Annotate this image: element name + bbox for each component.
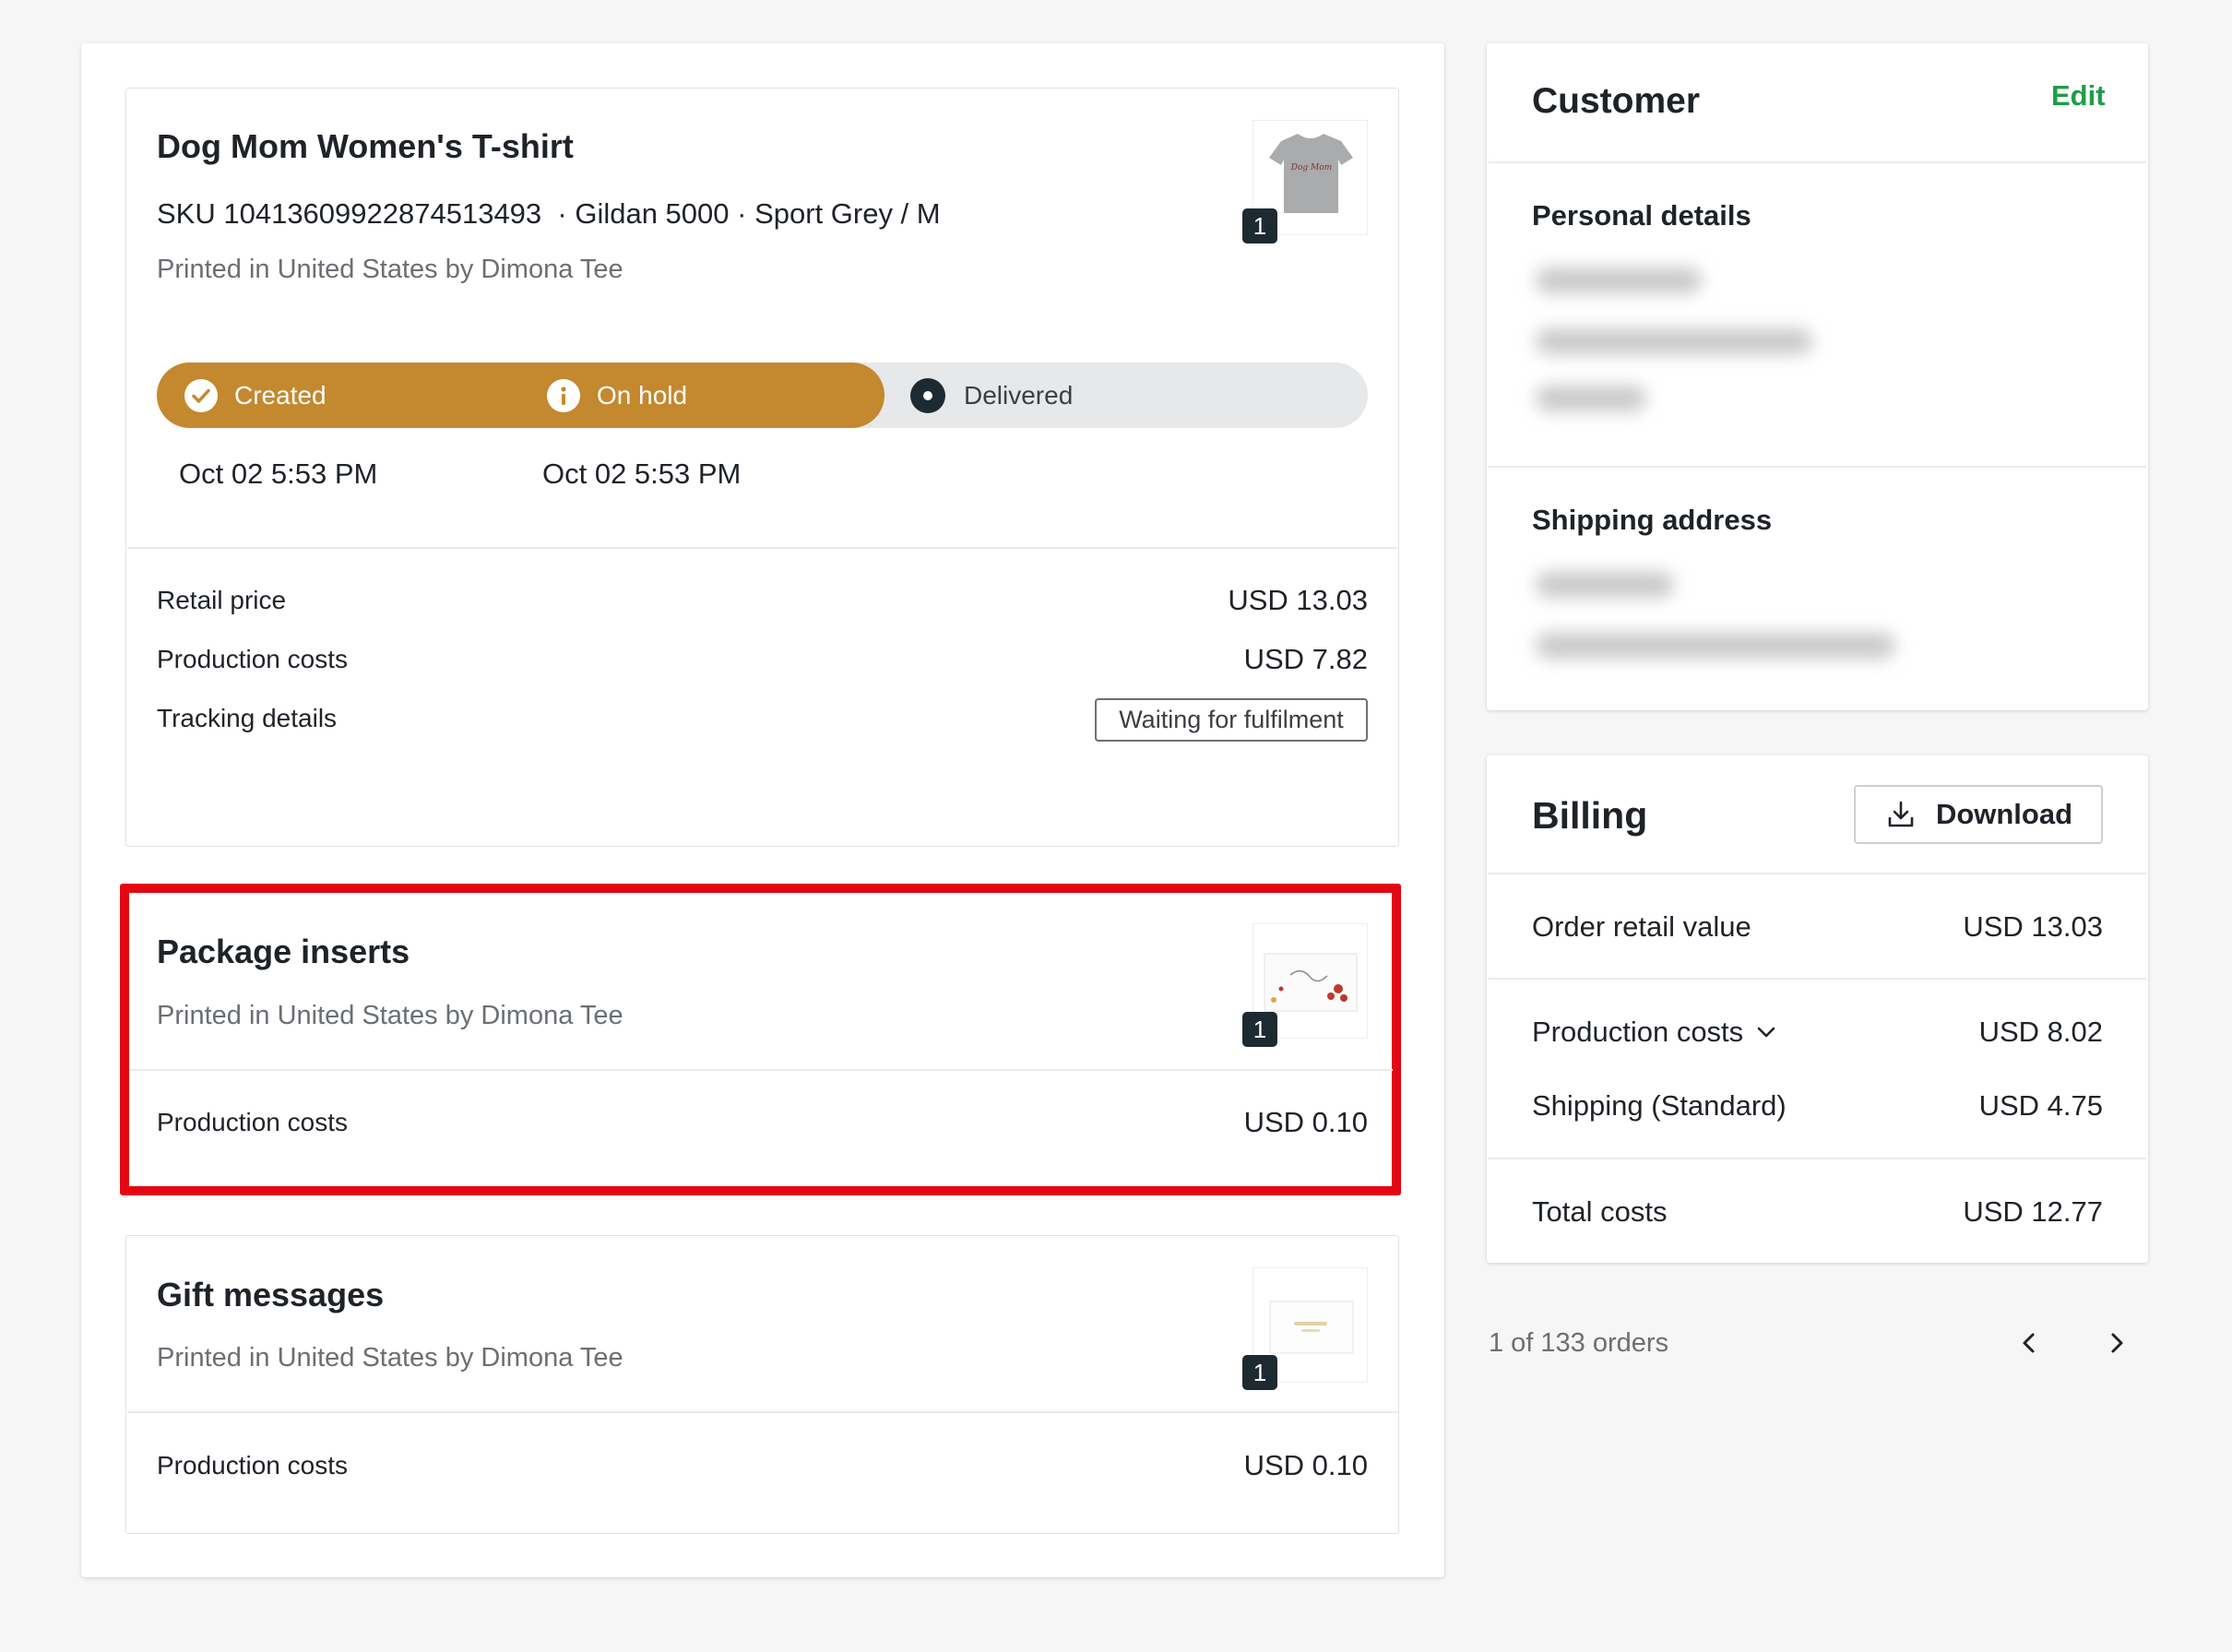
download-button[interactable]: Download [1854,785,2103,844]
chevron-down-icon [1757,1027,1775,1038]
product-printed-by: Printed in United States by Dimona Tee [157,255,623,284]
customer-header-divider [1489,161,2146,163]
download-label: Download [1935,798,2073,830]
billing-divider-2 [1489,1158,2146,1159]
billing-divider-1 [1489,978,2146,980]
download-icon [1888,801,1914,827]
next-order-button[interactable] [2098,1321,2135,1365]
status-step-on-hold: On hold [547,378,687,413]
previous-order-button[interactable] [2011,1321,2048,1365]
product-quantity-badge: 1 [1242,208,1277,244]
gift-messages-divider [127,1411,1398,1413]
dot-icon [910,378,945,413]
billing-production-value: USD 8.02 [1978,1016,2103,1048]
total-costs-label: Total costs [1532,1195,1668,1228]
production-costs-label: Production costs [157,645,348,673]
production-costs-toggle[interactable]: Production costs [1532,1015,1778,1050]
redacted-email [1536,328,1812,354]
billing-title: Billing [1532,794,1648,837]
redacted-address-line-2 [1536,633,1895,659]
billing-production-label: Production costs [1532,1016,1744,1048]
production-costs-value: USD 7.82 [1243,643,1368,675]
total-costs-value: USD 12.77 [1963,1195,2103,1228]
package-inserts-highlight [120,884,1401,1195]
info-icon [547,379,580,412]
chevron-left-icon [2023,1333,2035,1353]
status-label-on-hold: On hold [597,381,688,410]
pagination-count: 1 of 133 orders [1489,1328,1669,1358]
personal-details-heading: Personal details [1532,199,1751,232]
status-step-delivered: Delivered [910,378,1073,413]
customer-title: Customer [1532,81,1701,121]
status-date-created: Oct 02 5:53 PM [179,458,378,490]
status-label-created: Created [234,381,326,410]
shipping-standard-value: USD 4.75 [1978,1089,2103,1122]
gift-messages-quantity-badge: 1 [1242,1355,1277,1390]
status-date-on-hold: Oct 02 5:53 PM [542,458,742,490]
package-inserts-divider [129,1069,1393,1071]
product-title: Dog Mom Women's T-shirt [157,127,574,165]
check-icon [184,379,218,412]
billing-header-divider [1489,873,2146,874]
customer-section-divider [1489,466,2146,468]
product-sku-line: SKU 10413609922874513493 · Gildan 5000 ·… [157,197,941,230]
redacted-phone [1536,386,1646,411]
redacted-address-line-1 [1536,572,1674,598]
gift-messages-production-value: USD 0.10 [1243,1449,1368,1481]
shipping-standard-label: Shipping (Standard) [1532,1089,1787,1122]
retail-price-value: USD 13.03 [1228,584,1368,616]
package-inserts-quantity-badge: 1 [1242,1012,1277,1047]
tracking-status-badge: Waiting for fulfilment [1095,698,1368,742]
package-inserts-production-value: USD 0.10 [1243,1106,1368,1138]
order-retail-value: USD 13.03 [1963,910,2103,943]
shipping-address-heading: Shipping address [1532,504,1773,536]
package-inserts-printed-by: Printed in United States by Dimona Tee [157,1001,623,1030]
tracking-details-label: Tracking details [157,704,338,732]
status-step-created: Created [184,378,326,413]
package-inserts-production-label: Production costs [157,1108,348,1136]
customer-panel [1487,43,2148,710]
status-label-delivered: Delivered [964,381,1074,410]
retail-price-label: Retail price [157,586,287,614]
package-inserts-title: Package inserts [157,933,410,970]
product-divider [127,547,1398,549]
tracking-status-text: Waiting for fulfilment [1119,706,1344,733]
order-retail-value-label: Order retail value [1532,910,1751,943]
chevron-right-icon [2111,1333,2123,1353]
gift-messages-title: Gift messages [157,1276,385,1313]
customer-edit-link[interactable]: Edit [2051,79,2106,113]
gift-messages-printed-by: Printed in United States by Dimona Tee [157,1343,623,1373]
gift-messages-production-label: Production costs [157,1451,348,1480]
redacted-name [1536,267,1702,293]
tshirt-print-text: Dog Mom [1290,163,1333,172]
